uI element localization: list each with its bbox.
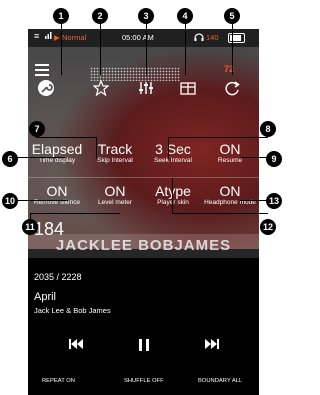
resume-value: ON <box>219 141 241 157</box>
callout-4: 4 <box>177 8 193 24</box>
status-bar: ≡ ▶ Normal 05:00 AM 140 <box>28 29 259 47</box>
callout-8: 8 <box>260 121 276 137</box>
callout-line <box>146 24 147 75</box>
equalizer-icon[interactable] <box>135 77 157 99</box>
repeat-button[interactable]: REPEAT ON <box>42 378 75 384</box>
callout-line <box>168 137 268 138</box>
skip-interval-setting[interactable]: Track Skip Interval <box>86 142 144 165</box>
callout-line <box>172 213 268 214</box>
star-icon[interactable] <box>90 77 112 99</box>
battery-level: 140 <box>206 33 219 42</box>
callout-line <box>185 24 186 75</box>
level-meter-setting[interactable]: ON Level meter <box>86 184 144 207</box>
callout-line <box>172 178 173 213</box>
top-icon-row <box>28 75 259 101</box>
playback-mode: Normal <box>62 33 87 42</box>
shuffle-button[interactable]: SHUFFLE OFF <box>124 378 164 384</box>
pause-icon[interactable] <box>132 339 156 354</box>
layout-icon[interactable] <box>177 77 199 99</box>
callout-2: 2 <box>92 8 108 24</box>
level-meter-label: Level meter <box>98 199 132 206</box>
player-skin-value: Atype <box>155 183 191 199</box>
player-skin-setting[interactable]: Atype Player skin <box>144 184 202 207</box>
callout-line <box>30 213 120 214</box>
callout-9: 9 <box>266 151 282 167</box>
divider <box>28 177 259 178</box>
play-indicator-icon: ▶ <box>54 33 60 42</box>
list-icon[interactable]: ≡ <box>34 31 39 41</box>
seek-interval-value: 3 Sec <box>155 141 191 157</box>
track-artist: Jack Lee & Bob James <box>34 306 111 315</box>
remove-silence-setting[interactable]: ON Remove silence <box>28 184 86 207</box>
clock: 05:00 AM <box>122 33 154 42</box>
headphone-mode-value: ON <box>219 183 241 199</box>
resume-setting[interactable]: ON Resume <box>201 142 259 165</box>
skip-interval-value: Track <box>97 141 133 157</box>
time-display-setting[interactable]: Elapsed Time display <box>28 142 86 165</box>
remove-silence-value: ON <box>46 183 68 199</box>
track-title: April <box>34 291 57 303</box>
callout-6: 6 <box>2 151 18 167</box>
resume-label: Resume <box>217 157 243 164</box>
seek-interval-setting[interactable]: 3 Sec Seek Interval <box>144 142 202 165</box>
callout-12: 12 <box>260 219 276 235</box>
refresh-icon[interactable] <box>221 77 243 99</box>
art-artist-text: JACKLEE BOBJAMES <box>55 237 232 254</box>
callout-13: 13 <box>266 193 282 209</box>
next-icon[interactable] <box>200 339 224 352</box>
signal-icon <box>45 32 52 41</box>
seek-interval-label: Seek Interval <box>154 157 192 164</box>
callout-line <box>61 24 62 75</box>
callout-line <box>100 24 101 75</box>
callout-10: 10 <box>2 193 18 209</box>
time-display-value: Elapsed <box>31 141 83 157</box>
callout-line <box>10 157 65 158</box>
callout-line <box>168 137 169 159</box>
headphone-icon <box>194 33 204 43</box>
time-display-label: Time display <box>38 157 76 164</box>
callout-11: 11 <box>22 219 38 235</box>
callout-7: 7 <box>29 121 45 137</box>
battery-icon <box>228 33 245 43</box>
callout-1: 1 <box>53 8 69 24</box>
player-screen: ≡ ▶ Normal 05:00 AM 140 72 Elapsed Time … <box>28 29 259 395</box>
callout-line <box>36 137 96 138</box>
callout-line <box>232 24 233 75</box>
level-meter-value: ON <box>104 183 126 199</box>
track-counter: 2035 / 2228 <box>34 272 82 282</box>
previous-icon[interactable] <box>64 339 88 352</box>
headphone-mode-setting[interactable]: ON Headphone mode <box>201 184 259 207</box>
wrench-icon[interactable] <box>35 77 57 99</box>
callout-line <box>18 200 68 201</box>
callout-line <box>96 137 97 159</box>
callout-3: 3 <box>138 8 154 24</box>
player-skin-label: Player skin <box>157 199 189 206</box>
boundary-button[interactable]: BOUNDARY ALL <box>198 378 242 384</box>
skip-interval-label: Skip Interval <box>97 157 133 164</box>
callout-5: 5 <box>224 8 240 24</box>
